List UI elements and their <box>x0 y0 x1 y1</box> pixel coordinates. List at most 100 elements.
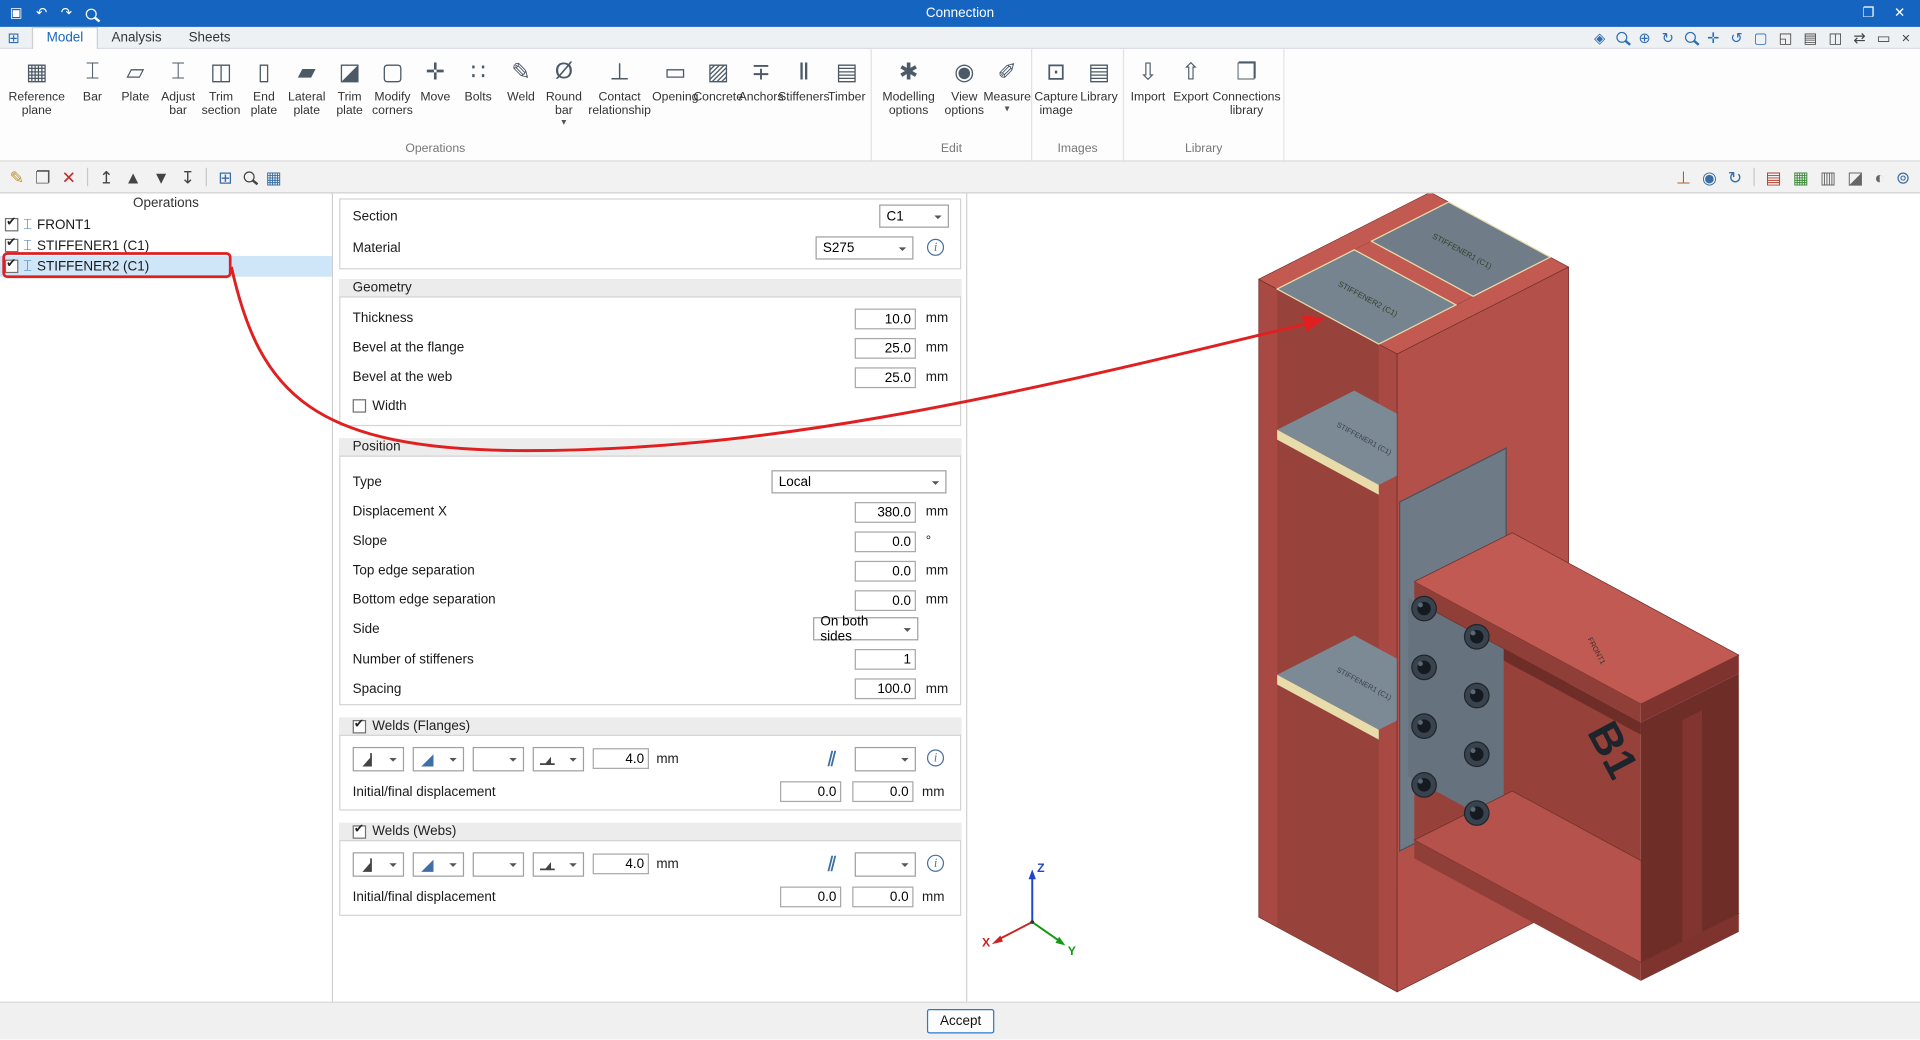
ribbon-stiffeners[interactable]: Ⅱ Stiffeners <box>778 53 830 106</box>
ribbon-modify-corners[interactable]: ▢ Modify corners <box>371 53 414 119</box>
weld-size-input[interactable]: 4.0 <box>592 853 649 875</box>
redo-icon[interactable]: ↷ <box>61 6 72 20</box>
thickness-input[interactable]: 10.0 <box>854 308 916 330</box>
initial-displacement-input[interactable]: 0.0 <box>780 781 842 803</box>
chart-icon[interactable]: ◫ <box>1828 30 1842 45</box>
orbit-icon[interactable]: ↺ <box>1730 30 1742 45</box>
zoom-extents-icon[interactable] <box>1616 31 1628 43</box>
width-checkbox[interactable] <box>352 399 367 413</box>
pan-icon[interactable]: ✛ <box>1707 30 1719 45</box>
weld-continuity-combo[interactable] <box>854 746 916 772</box>
ribbon-timber[interactable]: ▤ Timber <box>825 53 868 106</box>
solid-view-icon[interactable]: ▤ <box>1766 168 1782 185</box>
ribbon-trim-plate[interactable]: ◪ Trim plate <box>328 53 371 119</box>
copy-operation-icon[interactable]: ❐ <box>35 168 50 185</box>
weld-type-combo-3[interactable] <box>472 746 525 772</box>
ucs-icon[interactable]: ⊥ <box>1676 168 1691 185</box>
delete-operation-icon[interactable]: ✕ <box>62 168 76 185</box>
bevel-at-the-web-input[interactable]: 25.0 <box>854 367 916 389</box>
operation-item-stiffener2-c1[interactable]: ⌶STIFFENER2 (C1) <box>0 255 332 277</box>
ribbon-export[interactable]: ⇧ Export <box>1169 53 1212 106</box>
displacement-x-input[interactable]: 380.0 <box>854 502 916 523</box>
search-tree-icon[interactable] <box>243 171 255 183</box>
close-window-icon[interactable]: ✕ <box>1894 6 1905 20</box>
weld-type-combo-1[interactable] <box>352 852 405 877</box>
ribbon-lateral-plate[interactable]: ▰ Lateral plate <box>285 53 328 119</box>
sync-icon[interactable]: ⇄ <box>1853 30 1865 45</box>
delete-all-icon[interactable]: ▦ <box>266 168 282 185</box>
refresh-view-icon[interactable]: ↻ <box>1662 30 1674 45</box>
ribbon-anchors[interactable]: ∓ Anchors <box>739 53 784 106</box>
window-layout-icon[interactable]: ◱ <box>1779 30 1793 45</box>
section-combo[interactable]: C1 <box>879 204 949 228</box>
ribbon-bolts[interactable]: ∷ Bolts <box>457 53 500 106</box>
edit-operation-icon[interactable]: ✎ <box>10 168 24 185</box>
final-displacement-input[interactable]: 0.0 <box>852 886 914 908</box>
ribbon-reference-plane[interactable]: ▦ Reference plane <box>2 53 71 119</box>
restore-window-icon[interactable]: ❐ <box>1862 6 1874 20</box>
operation-item-front1[interactable]: ⌶FRONT1 <box>0 214 332 235</box>
ribbon-adjust-bar[interactable]: ⌶ Adjust bar <box>157 53 200 119</box>
connections-icon[interactable]: ⊚ <box>1896 168 1910 185</box>
final-displacement-input[interactable]: 0.0 <box>852 781 914 803</box>
move-top-icon[interactable]: ↥ <box>99 168 113 185</box>
undo-icon[interactable]: ↶ <box>36 6 47 20</box>
layers-icon[interactable]: ◪ <box>1847 168 1863 185</box>
zoom-window-icon[interactable] <box>1685 31 1697 43</box>
material-info-icon[interactable] <box>926 238 945 256</box>
accept-button[interactable]: Accept <box>926 1008 995 1034</box>
side-combo[interactable]: On both sides <box>813 614 919 643</box>
zoom-in-icon[interactable]: ⊕ <box>1638 30 1650 45</box>
weld-type-combo-4[interactable] <box>532 852 585 877</box>
ribbon-plate[interactable]: ▱ Plate <box>114 53 157 106</box>
slope-input[interactable]: 0.0 <box>854 531 916 553</box>
move-down-icon[interactable]: ▼ <box>153 168 170 185</box>
close-panel-icon[interactable]: × <box>1902 30 1911 45</box>
ribbon-bar[interactable]: ⌶ Bar <box>71 53 114 106</box>
weld-info-icon[interactable] <box>926 749 945 767</box>
operation-checkbox[interactable] <box>4 257 19 274</box>
group-tree-icon[interactable]: ⊞ <box>218 168 232 185</box>
number-of-stiffeners-input[interactable]: 1 <box>854 648 916 670</box>
ribbon-view-options[interactable]: ◉ View options <box>943 53 986 119</box>
ribbon-contact-relationship[interactable]: ⊥ Contact relationship <box>585 53 654 119</box>
tab-analysis[interactable]: Analysis <box>98 26 175 48</box>
fullscreen-icon[interactable]: ▢ <box>1754 30 1768 45</box>
spacing-input[interactable]: 100.0 <box>854 678 916 700</box>
initial-displacement-input[interactable]: 0.0 <box>780 886 842 908</box>
ribbon-capture-image[interactable]: ⊡ Capture image <box>1034 53 1078 119</box>
ribbon-trim-section[interactable]: ◫ Trim section <box>200 53 243 119</box>
bottom-edge-separation-input[interactable]: 0.0 <box>854 590 916 612</box>
sheet-view-icon[interactable]: ▥ <box>1820 168 1836 185</box>
tab-sheets[interactable]: Sheets <box>175 26 244 48</box>
welds-webs-checkbox[interactable] <box>352 822 367 839</box>
display-icon[interactable]: ▤ <box>1804 30 1818 45</box>
ribbon-import[interactable]: ⇩ Import <box>1127 53 1170 106</box>
move-bottom-icon[interactable]: ↧ <box>181 168 195 185</box>
weld-type-combo-1[interactable] <box>352 746 405 772</box>
weld-size-input[interactable]: 4.0 <box>592 748 649 769</box>
material-combo[interactable]: S275 <box>815 236 914 260</box>
welds-flanges-checkbox[interactable] <box>352 717 367 733</box>
tab-model[interactable]: Model <box>31 26 98 49</box>
ribbon-round-bar[interactable]: Ø Round bar ▾ <box>542 53 585 128</box>
weld-type-combo-3[interactable] <box>472 852 525 877</box>
ribbon-measure[interactable]: ✐ Measure ▾ <box>983 53 1031 114</box>
ribbon-weld[interactable]: ✎ Weld <box>500 53 543 106</box>
weld-continuity-combo[interactable] <box>854 852 916 877</box>
operation-checkbox[interactable] <box>4 236 19 253</box>
orbit-view-icon[interactable]: ↻ <box>1728 168 1742 185</box>
ribbon-modelling-options[interactable]: ✱ Modelling options <box>874 53 943 119</box>
save-icon[interactable]: ▣ <box>10 6 23 20</box>
shading-icon[interactable]: ◐ <box>1874 168 1884 185</box>
move-up-icon[interactable]: ▲ <box>125 168 142 185</box>
operation-checkbox[interactable] <box>4 216 19 232</box>
ribbon-end-plate[interactable]: ▯ End plate <box>242 53 285 119</box>
weld-info-icon[interactable] <box>926 854 945 872</box>
search-icon[interactable] <box>85 7 97 19</box>
operation-item-stiffener1-c1[interactable]: ⌶STIFFENER1 (C1) <box>0 235 332 256</box>
ribbon-concrete[interactable]: ▨ Concrete <box>693 53 743 106</box>
type-combo[interactable]: Local <box>771 470 947 494</box>
weld-type-combo-2[interactable] <box>412 746 465 772</box>
select-view-icon[interactable]: ◈ <box>1594 30 1605 45</box>
